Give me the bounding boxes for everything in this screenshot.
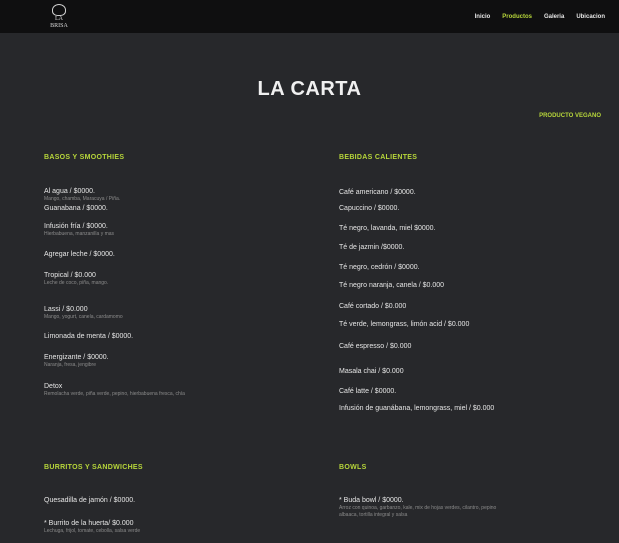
menu-item-name: Lassi / $0.000: [44, 306, 88, 313]
menu-item-name: Limonada de menta / $0000.: [44, 333, 134, 340]
menu-item-name: Capuccino / $0000.: [339, 205, 400, 212]
menu-item-desc: Mango, yogurt, canela, cardamomo: [44, 314, 123, 320]
menu-item-desc-continued: albaaca, tortilla integral y salsa: [339, 512, 408, 518]
top-navigation-bar: LA BRISA Inicio Productos Galeria Ubicac…: [0, 0, 619, 33]
list-item: Guanabana / $0000.: [44, 204, 294, 213]
main-nav: Inicio Productos Galeria Ubicacion: [475, 14, 605, 20]
menu-item-desc: Mango, chamba, Maracuya / Piña.: [44, 196, 121, 202]
menu-item-name: Al agua / $0000.: [44, 188, 95, 195]
nav-item-inicio[interactable]: Inicio: [475, 14, 491, 20]
menu-item-name: Guanabana / $0000.: [44, 205, 108, 212]
menu-item-name: Masala chai / $0.000: [339, 368, 404, 375]
menu-item-name: Café cortado / $0.000: [339, 303, 407, 310]
logo-text: LA BRISA: [50, 16, 68, 29]
section-title: BURRITOS Y SANDWICHES: [44, 464, 143, 471]
section-title: BASOS Y SMOOTHIES: [44, 154, 125, 161]
nav-item-productos[interactable]: Productos: [502, 14, 532, 20]
list-item: Detox Remolacha verde, piña verde, pepin…: [44, 382, 294, 398]
list-item: * Buda bowl / $0000. Arroz con quinoa, g…: [339, 496, 589, 519]
menu-item-name: Infusión fría / $0000.: [44, 223, 108, 230]
list-item: Energizante / $0000. Naranja, fresa, jen…: [44, 353, 294, 369]
menu-item-desc: Leche de coco, piña, mango.: [44, 280, 109, 286]
menu-item-name: * Buda bowl / $0000.: [339, 497, 404, 504]
menu-item-name: Tropical / $0.000: [44, 272, 96, 279]
section-title: BOWLS: [339, 464, 367, 471]
nav-item-galeria[interactable]: Galeria: [544, 14, 564, 20]
list-item: Limonada de menta / $0000.: [44, 332, 294, 341]
menu-item-name: Té verde, lemongrass, limón acid / $0.00…: [339, 321, 470, 328]
menu-item-name: * Burrito de la huerta/ $0.000: [44, 520, 134, 527]
menu-item-desc: Lechuga, frijol, tomate, cebolla, salsa …: [44, 528, 141, 534]
menu-item-desc: Arroz con quinoa, garbanzo, kale, mix de…: [339, 505, 497, 511]
site-logo[interactable]: LA BRISA: [47, 2, 71, 32]
vegan-products-link[interactable]: PRODUCTO VEGANO: [539, 113, 601, 119]
menu-item-name: Quesadilla de jamón / $0000.: [44, 497, 136, 504]
logo-mark-icon: [52, 4, 66, 16]
page-title: LA CARTA: [257, 78, 362, 100]
menu-item-desc: Hierbabuena, manzanilla y mas: [44, 231, 115, 237]
menu-item-desc: Naranja, fresa, jengibre: [44, 362, 96, 368]
list-item: * Burrito de la huerta/ $0.000 Lechuga, …: [44, 519, 294, 535]
menu-item-name: Detox: [44, 383, 63, 390]
menu-item-name: Café americano / $0000.: [339, 189, 416, 196]
list-item: Infusión fría / $0000. Hierbabuena, manz…: [44, 222, 294, 238]
menu-item-desc: Remolacha verde, piña verde, pepino, hie…: [44, 391, 185, 397]
list-item: Lassi / $0.000 Mango, yogurt, canela, ca…: [44, 305, 294, 321]
menu-item-name: Infusión de guanábana, lemongrass, miel …: [339, 405, 495, 412]
menu-item-name: Té negro, lavanda, miel $0000.: [339, 225, 436, 232]
nav-item-ubicacion[interactable]: Ubicacion: [576, 14, 605, 20]
list-item: Al agua / $0000. Mango, chamba, Maracuya…: [44, 187, 294, 203]
menu-item-name: Café espresso / $0.000: [339, 343, 412, 350]
menu-page: LA BRISA Inicio Productos Galeria Ubicac…: [0, 0, 619, 543]
menu-item-name: Té negro naranja, canela / $0.000: [339, 282, 445, 289]
section-title: BEBIDAS CALIENTES: [339, 154, 418, 161]
menu-item-name: Té de jazmin /$0000.: [339, 244, 405, 251]
menu-item-name: Té negro, cedrón / $0000.: [339, 264, 420, 271]
menu-item-name: Energizante / $0000.: [44, 354, 109, 361]
list-item: Agregar leche / $0000.: [44, 250, 294, 259]
menu-item-name: Agregar leche / $0000.: [44, 251, 115, 258]
menu-item-name: Café latte / $0000.: [339, 388, 397, 395]
list-item: Tropical / $0.000 Leche de coco, piña, m…: [44, 271, 294, 287]
list-item: Quesadilla de jamón / $0000.: [44, 496, 294, 505]
